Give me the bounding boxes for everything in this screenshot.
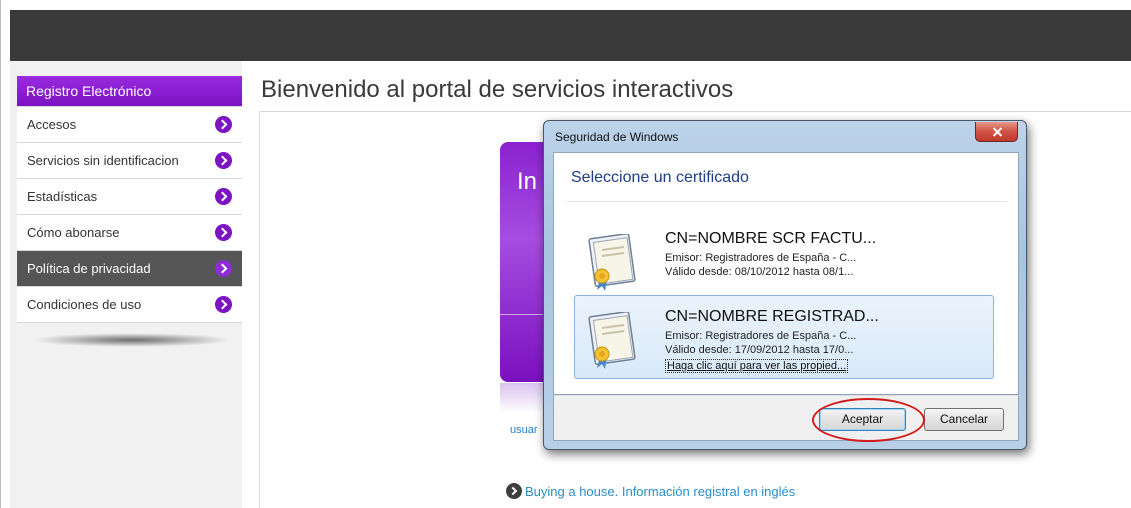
- certificate-cn: CN=NOMBRE REGISTRAD...: [665, 308, 879, 325]
- chevron-right-icon: [215, 260, 232, 277]
- certificate-cn: CN=NOMBRE SCR FACTU...: [665, 230, 877, 247]
- chevron-right-icon: [506, 483, 522, 499]
- certificate-dialog: Seguridad de Windows Seleccione un certi…: [543, 120, 1027, 450]
- certificate-icon: [588, 234, 636, 291]
- sidebar-item-label: Estadísticas: [27, 189, 98, 204]
- divider: [259, 111, 260, 508]
- dialog-body: Seleccione un certificado CN=NOMBRE SCR …: [553, 152, 1019, 395]
- cancel-button[interactable]: Cancelar: [924, 408, 1004, 431]
- sidebar-item-label: Condiciones de uso: [27, 297, 142, 312]
- certificate-validity: Válido desde: 17/09/2012 hasta 17/0...: [665, 344, 854, 356]
- sidebar-item-label: Cómo abonarse: [27, 225, 120, 240]
- usuario-link[interactable]: usuar: [510, 424, 538, 436]
- sidebar-shadow: [32, 333, 232, 347]
- sidebar-item-condiciones-uso[interactable]: Condiciones de uso: [17, 286, 242, 323]
- sidebar-item-como-abonarse[interactable]: Cómo abonarse: [17, 214, 242, 250]
- dialog-heading: Seleccione un certificado: [571, 169, 749, 186]
- chevron-right-icon: [215, 224, 232, 241]
- certificate-issuer: Emisor: Registradores de España - C...: [665, 252, 857, 264]
- sidebar: Registro Electrónico Accesos Servicios s…: [10, 61, 242, 508]
- certificate-icon: [588, 312, 636, 369]
- divider: [259, 111, 1131, 112]
- promo-text: In: [517, 168, 538, 195]
- sidebar-item-estadisticas[interactable]: Estadísticas: [17, 178, 242, 214]
- certificate-item-selected[interactable]: CN=NOMBRE REGISTRAD... Emisor: Registrad…: [574, 295, 994, 379]
- sidebar-item-label: Política de privacidad: [27, 261, 151, 276]
- certificate-properties-link[interactable]: Haga clic aquí para ver las propied...: [665, 359, 849, 373]
- certificate-issuer: Emisor: Registradores de España - C...: [665, 330, 857, 342]
- dialog-footer: Aceptar Cancelar: [553, 395, 1019, 441]
- chevron-right-icon: [215, 296, 232, 313]
- certificate-validity: Válido desde: 08/10/2012 hasta 08/1...: [665, 266, 854, 278]
- sidebar-item-label: Servicios sin identificacion: [27, 153, 179, 168]
- chevron-right-icon: [215, 188, 232, 205]
- page: Registro Electrónico Accesos Servicios s…: [0, 0, 1131, 508]
- sidebar-item-accesos[interactable]: Accesos: [17, 106, 242, 142]
- sidebar-item-label: Accesos: [27, 117, 77, 132]
- top-bar: [10, 10, 1131, 61]
- sidebar-item-politica-privacidad[interactable]: Política de privacidad: [17, 250, 242, 286]
- divider: [567, 201, 1007, 202]
- sidebar-item-servicios[interactable]: Servicios sin identificacion: [17, 142, 242, 178]
- dialog-title: Seguridad de Windows: [555, 130, 679, 144]
- accept-button[interactable]: Aceptar: [819, 408, 906, 431]
- buying-house-link-row[interactable]: Buying a house. Información registral en…: [506, 483, 795, 499]
- chevron-right-icon: [215, 116, 232, 133]
- certificate-item[interactable]: CN=NOMBRE SCR FACTU... Emisor: Registrad…: [574, 217, 994, 301]
- buying-house-link[interactable]: Buying a house. Información registral en…: [525, 484, 795, 499]
- close-button[interactable]: [975, 122, 1018, 142]
- chevron-right-icon: [215, 152, 232, 169]
- sidebar-header: Registro Electrónico: [17, 76, 242, 106]
- page-title: Bienvenido al portal de servicios intera…: [261, 76, 734, 103]
